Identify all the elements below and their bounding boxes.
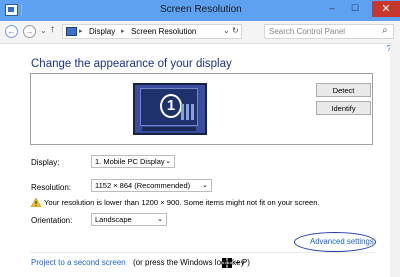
recent-locations-icon[interactable]: ⌄ [40, 26, 47, 35]
refresh-icon[interactable]: ↻ [232, 26, 239, 35]
search-input[interactable]: Search Control Panel ⌕ [264, 24, 394, 39]
detect-button[interactable]: Detect [316, 83, 371, 97]
resolution-select-value: 1152 × 864 (Recommended) [95, 181, 191, 190]
search-placeholder: Search Control Panel [269, 27, 346, 36]
resolution-label: Resolution: [31, 183, 72, 192]
back-button[interactable]: ← [5, 25, 18, 38]
minimize-button[interactable]: – [326, 3, 338, 14]
display-select-value: 1. Mobile PC Display [95, 157, 165, 166]
warning-icon [31, 198, 41, 207]
resolution-select[interactable]: 1152 × 864 (Recommended) ⌄ [91, 179, 212, 192]
chevron-down-icon: ⌄ [157, 216, 163, 223]
window-title: Screen Resolution [160, 4, 242, 15]
monitor-tiles-graphic [181, 104, 195, 120]
chevron-down-icon: ⌄ [202, 182, 208, 189]
monitor-taskbar [142, 127, 196, 131]
orientation-select[interactable]: Landscape ⌄ [91, 213, 167, 226]
project-hint-tail: + P) [235, 258, 250, 267]
orientation-label: Orientation: [31, 216, 73, 225]
quick-access-divider [21, 4, 22, 16]
search-icon[interactable]: ⌕ [382, 25, 388, 36]
page-heading: Change the appearance of your display [31, 58, 232, 70]
vertical-scrollbar[interactable] [390, 43, 400, 277]
identify-button[interactable]: Identify [316, 101, 371, 115]
monitor-number-badge: 1 [160, 94, 182, 118]
maximize-button[interactable]: ☐ [349, 3, 361, 14]
advanced-settings-link[interactable]: Advanced settings [310, 237, 374, 246]
up-button[interactable]: ↑ [50, 24, 55, 35]
address-dropdown-icon[interactable]: ⌄ [223, 26, 230, 35]
project-second-screen-link[interactable]: Project to a second screen [31, 258, 126, 267]
resolution-warning-text: Your resolution is lower than 1200 × 900… [44, 198, 320, 207]
breadcrumb-display[interactable]: Display [89, 27, 115, 36]
breadcrumb-screen-resolution[interactable]: Screen Resolution [131, 27, 196, 36]
control-panel-app-icon[interactable] [5, 4, 18, 16]
address-box[interactable]: ▸ Display ▸ Screen Resolution ⌄ ↻ [62, 24, 242, 39]
chevron-down-icon: ⌄ [165, 158, 171, 165]
close-button[interactable]: ✕ [372, 1, 400, 17]
breadcrumb-separator-icon: ▸ [121, 28, 125, 35]
section-divider [30, 252, 375, 253]
orientation-select-value: Landscape [95, 215, 132, 224]
display-icon [66, 27, 77, 36]
breadcrumb-separator-icon: ▸ [79, 28, 83, 35]
forward-button[interactable]: → [23, 25, 36, 38]
display-select[interactable]: 1. Mobile PC Display ⌄ [91, 155, 175, 168]
windows-logo-icon [222, 258, 232, 268]
display-label: Display: [31, 158, 60, 167]
